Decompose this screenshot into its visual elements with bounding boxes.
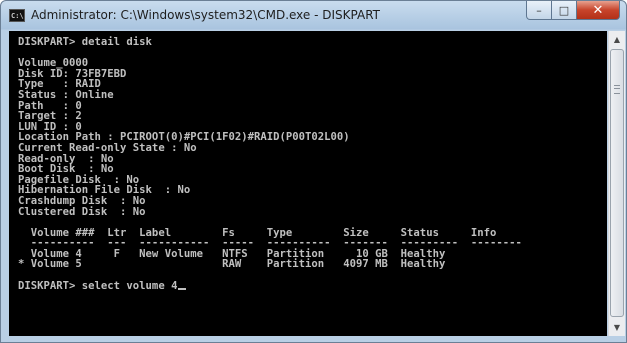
console-line: Path : 0 (18, 99, 82, 112)
console-area[interactable]: DISKPART> detail disk Volume_0000 Disk ID:… (9, 31, 607, 336)
console-line: Crashdump Disk : No (18, 194, 146, 207)
scroll-thumb[interactable] (610, 49, 624, 317)
console-line: Current Read-only State : No (18, 141, 197, 154)
console-line: DISKPART> detail disk (18, 36, 152, 48)
grip-icon (614, 85, 620, 94)
caption-buttons: – □ ✕ (526, 1, 620, 21)
console-line: Clustered Disk : No (18, 205, 146, 218)
cmd-icon[interactable]: C:\ (9, 9, 25, 22)
console-prompt-line: DISKPART> select volume 4 (18, 281, 607, 292)
console-line: * Volume 5 RAW Partition 4097 MB Healthy (18, 258, 446, 271)
console-line: Target : 2 (18, 110, 82, 123)
text-cursor (178, 287, 187, 290)
close-button[interactable]: ✕ (577, 1, 620, 20)
title-bar[interactable]: C:\ Administrator: C:\Windows\system32\C… (1, 1, 626, 31)
window-title: Administrator: C:\Windows\system32\CMD.e… (31, 8, 380, 22)
vertical-scrollbar[interactable]: ▲ ▼ (608, 31, 625, 336)
scroll-up-arrow-icon[interactable]: ▲ (609, 31, 625, 48)
minimize-button[interactable]: – (526, 1, 552, 20)
scroll-down-arrow-icon[interactable]: ▼ (609, 319, 625, 336)
console-line: Status : Online (18, 88, 114, 101)
cmd-window: C:\ Administrator: C:\Windows\system32\C… (0, 0, 627, 343)
console-output: DISKPART> detail disk Volume_0000 Disk ID:… (9, 31, 607, 291)
console-line: Disk ID: 73FB7EBD (18, 67, 127, 80)
maximize-button[interactable]: □ (552, 1, 577, 20)
